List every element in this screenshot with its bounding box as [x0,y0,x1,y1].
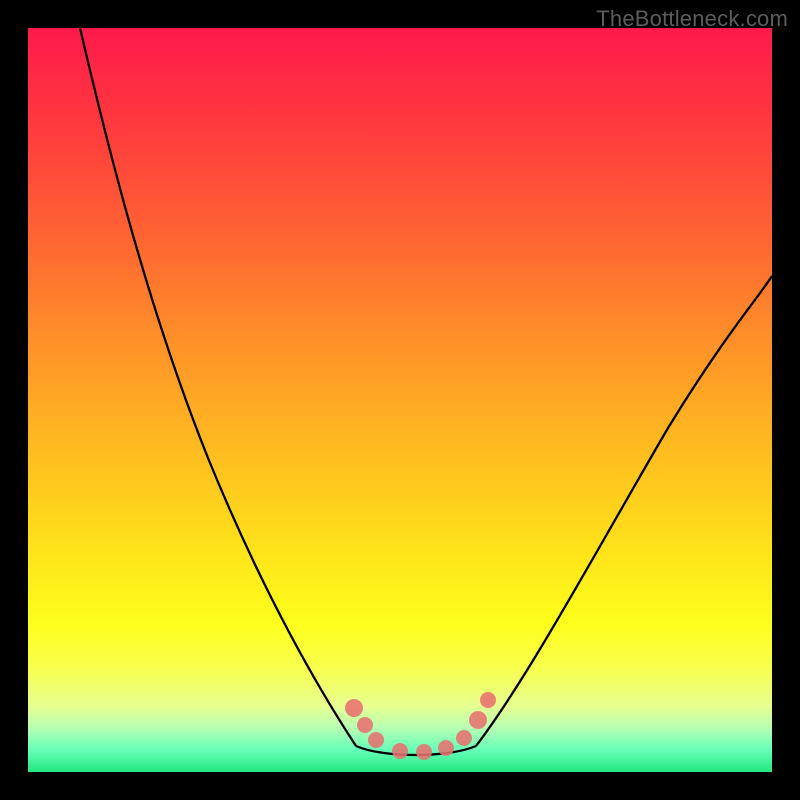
marker-dot [456,730,472,746]
curve-right-arm [476,276,772,746]
curve-left-arm [80,28,356,746]
chart-plot-area [28,28,772,772]
marker-dot [416,744,432,760]
chart-frame: TheBottleneck.com [0,0,800,800]
watermark-text: TheBottleneck.com [596,6,788,32]
marker-dot [392,743,408,759]
marker-dot [469,711,487,729]
marker-dot [438,740,454,756]
marker-dot [345,699,363,717]
marker-dot [480,692,496,708]
marker-dot [368,732,384,748]
marker-dot [357,717,373,733]
bottleneck-curve [28,28,772,772]
